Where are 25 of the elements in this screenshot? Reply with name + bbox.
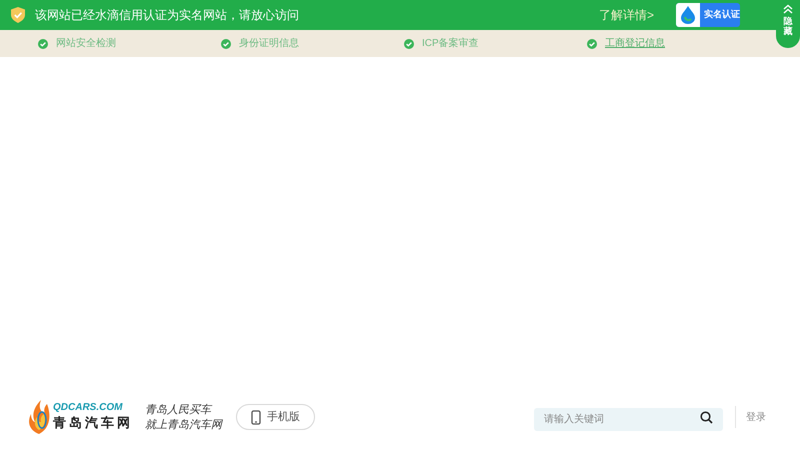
check-icon [587,38,597,48]
mobile-button[interactable]: 手机版 [236,404,315,430]
check-label: 身份证明信息 [239,36,299,51]
badge-label: 实名认证 [704,8,740,22]
double-chevron-up-icon [783,4,793,14]
check-link[interactable]: 工商登记信息 [605,36,665,51]
check-label: 网站安全检测 [56,36,116,51]
check-icon [221,38,231,48]
verification-badge[interactable]: 实名认证 [676,3,740,27]
slogan-line: 青岛人民买车 [145,402,214,417]
water-drop-icon [681,6,695,24]
search-field[interactable]: 请输入关键词 [534,408,723,430]
slogan-line: 就上青岛汽车网 [145,417,222,432]
search-icon[interactable] [700,410,713,424]
phone-icon [251,410,261,424]
details-link[interactable]: 了解详情> [598,6,654,24]
logo-name: 青岛汽车网 [53,414,133,432]
check-label: ICP备案审查 [422,36,479,51]
banner-message: 该网站已经水滴信用认证为实名网站，请放心访问 [35,7,299,24]
shield-check-icon [11,7,25,23]
login-link[interactable]: 登录 [746,410,766,424]
check-icon [404,38,414,48]
check-icon [38,38,48,48]
flame-logo-icon [27,400,51,434]
logo-domain: QDCARS.COM [53,402,124,414]
